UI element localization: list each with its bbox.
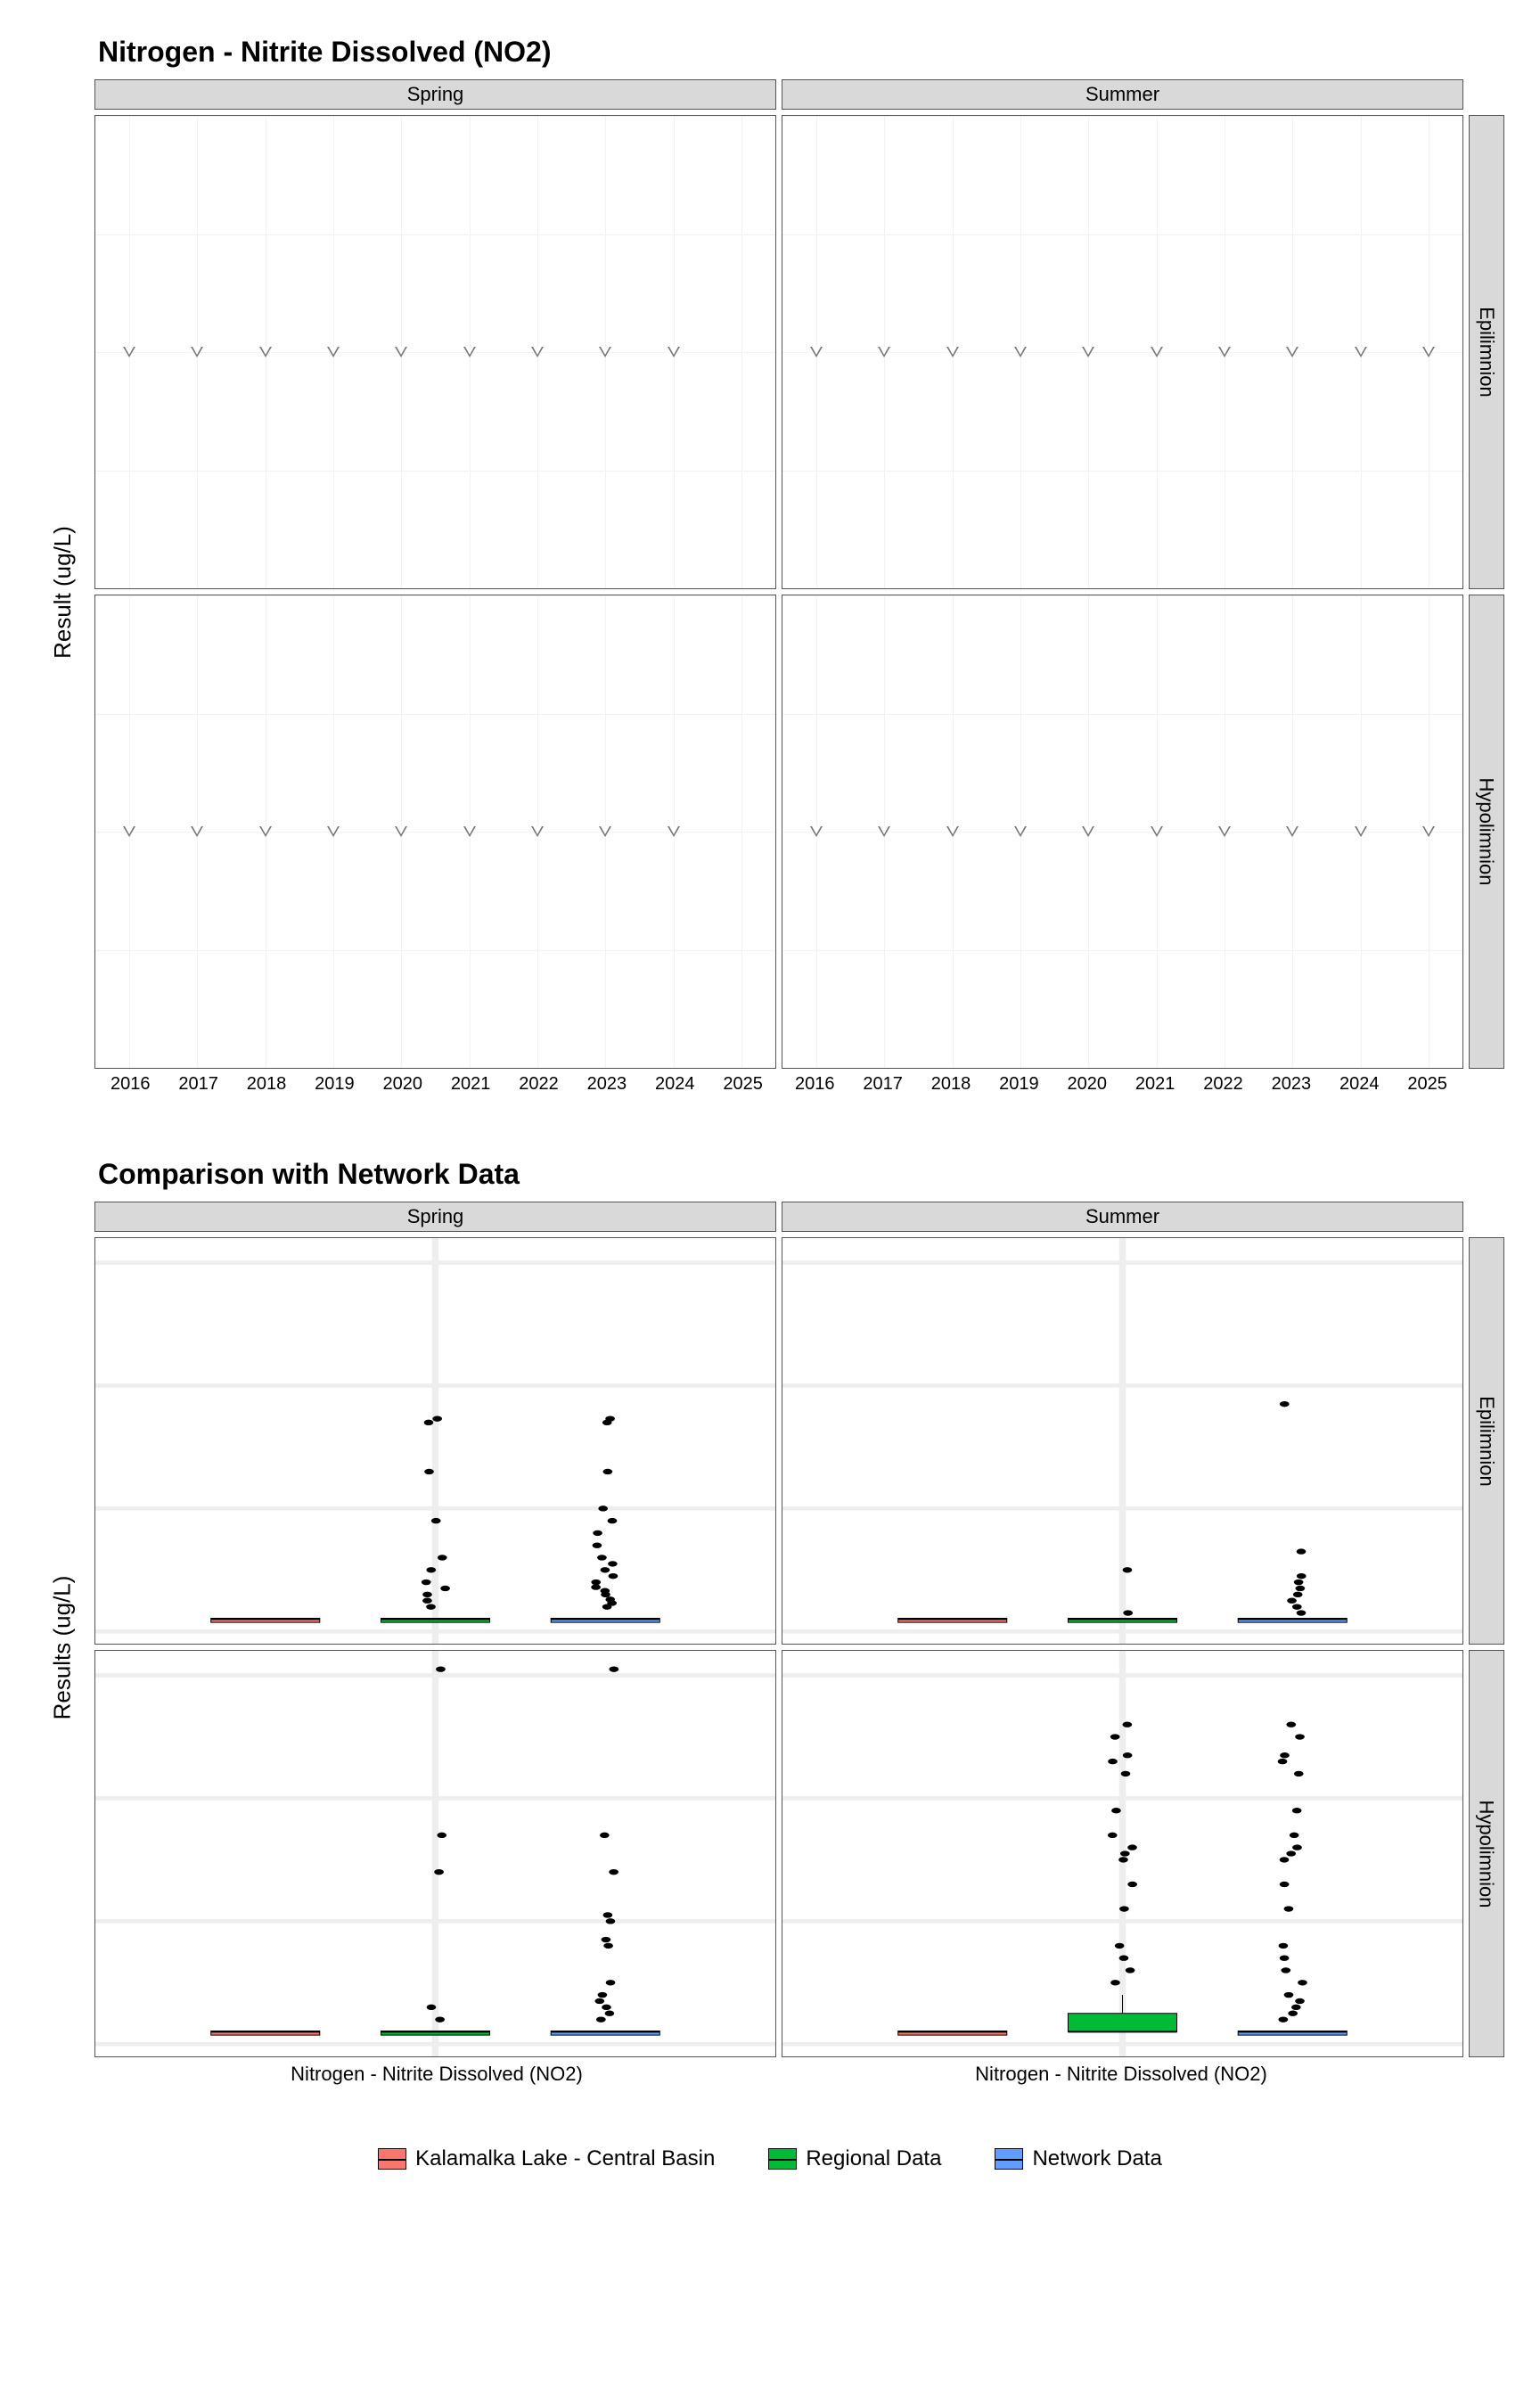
col-strip-summer: Summer [782, 79, 1463, 110]
row-strip-hypo: Hypolimnion [1469, 595, 1504, 1069]
panel-summer-epi [782, 115, 1463, 589]
panel-spring-hypo: 0.9500.9751.0001.0251.050 [94, 595, 776, 1069]
top-chart: Nitrogen - Nitrite Dissolved (NO2) Resul… [36, 36, 1504, 1104]
bottom-xaxis: Nitrogen - Nitrite Dissolved (NO2) Nitro… [94, 2063, 1463, 2093]
top-chart-title: Nitrogen - Nitrite Dissolved (NO2) [98, 36, 1504, 69]
row-strip-epi: Epilimnion [1469, 115, 1504, 589]
bottom-chart-title: Comparison with Network Data [98, 1158, 1504, 1191]
b-row-hypo: Hypolimnion [1469, 1650, 1504, 2057]
b-panel-summer-hypo [782, 1650, 1463, 2057]
b-panel-spring-epi: 0102030 [94, 1237, 776, 1645]
top-xaxis: 2016201720182019202020212022202320242025… [94, 1074, 1463, 1104]
b-panel-summer-epi [782, 1237, 1463, 1645]
b-panel-spring-hypo: 0102030 [94, 1650, 776, 2057]
b-col-summer: Summer [782, 1202, 1463, 1232]
legend: Kalamalka Lake - Central Basin Regional … [36, 2146, 1504, 2171]
legend-swatch-icon [995, 2148, 1023, 2170]
top-facet-grid: Result (ug/L) Spring Summer Epilimnion H… [36, 79, 1504, 1104]
legend-item-regional: Regional Data [768, 2146, 941, 2171]
legend-swatch-icon [378, 2148, 406, 2170]
panel-spring-epi: 0.9500.9751.0001.0251.050 [94, 115, 776, 589]
panel-summer-hypo [782, 595, 1463, 1069]
b-col-spring: Spring [94, 1202, 776, 1232]
col-strip-spring: Spring [94, 79, 776, 110]
legend-item-network: Network Data [995, 2146, 1161, 2171]
bottom-ylabel: Results (ug/L) [36, 1237, 89, 2057]
b-row-epi: Epilimnion [1469, 1237, 1504, 1645]
legend-item-kalamalka: Kalamalka Lake - Central Basin [378, 2146, 715, 2171]
bottom-chart: Comparison with Network Data Results (ug… [36, 1158, 1504, 2093]
bottom-facet-grid: Results (ug/L) Spring Summer Epilimnion … [36, 1202, 1504, 2093]
top-ylabel: Result (ug/L) [36, 115, 89, 1069]
legend-swatch-icon [768, 2148, 797, 2170]
